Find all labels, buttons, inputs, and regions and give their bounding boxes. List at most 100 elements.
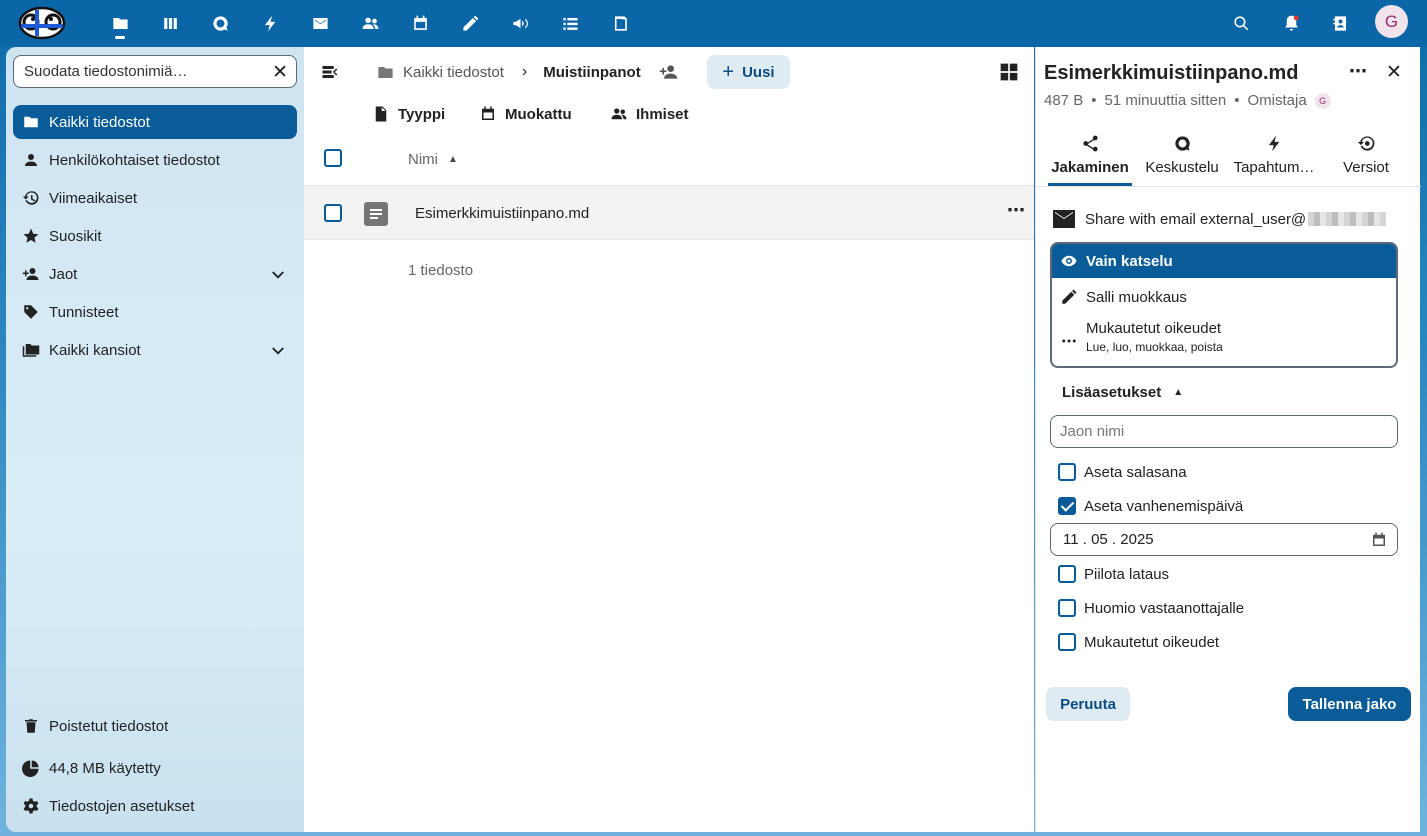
talk-icon [1174,136,1190,151]
option-label: Huomio vastaanottajalle [1084,599,1245,617]
share-icon [1082,135,1098,152]
filter-people-button[interactable]: Ihmiset [610,105,689,123]
permission-read-only[interactable]: Vain katselu [1052,244,1396,278]
chevron-up-icon: ▲ [1173,387,1184,398]
new-button-label: Uusi [742,63,775,81]
sidebar-item-favorites[interactable]: Suosikit [13,219,297,253]
permission-allow-edit[interactable]: Salli muokkaus [1052,280,1396,314]
checkbox[interactable] [1058,565,1076,583]
tab-activity[interactable]: Tapahtum… [1228,134,1320,186]
close-icon[interactable]: ✕ [1386,61,1402,84]
checkbox-checked[interactable] [1058,497,1076,515]
sidebar-item-personal[interactable]: Henkilökohtaiset tiedostot [13,143,297,177]
sidebar-item-all-folders[interactable]: Kaikki kansiot [13,333,297,367]
notes-icon[interactable] [457,10,483,36]
option-label: Aseta salasana [1084,463,1187,481]
save-share-button[interactable]: Tallenna jako [1288,687,1411,721]
redacted-email-domain [1308,212,1387,226]
dashboard-icon[interactable] [157,10,183,36]
option-note-to-recipient[interactable]: Huomio vastaanottajalle [1058,599,1244,617]
talk-icon[interactable] [207,10,233,36]
share-header: Share with email external_user@ [1050,207,1387,231]
tabs-divider [1036,186,1421,187]
filter-input[interactable]: Suodata tiedostonimiä… ✕ [13,55,297,88]
file-meta: 487 B • 51 minuuttia sitten • Omistaja G [1044,92,1331,109]
new-button[interactable]: + Uusi [707,55,790,89]
share-folder-icon[interactable] [659,62,679,82]
search-icon[interactable] [1228,10,1254,36]
cancel-button[interactable]: Peruuta [1046,687,1130,721]
owner-avatar[interactable]: G [1314,92,1331,109]
breadcrumb-current[interactable]: Muistiinpanot [543,64,641,81]
advanced-settings-label: Lisäasetukset [1062,384,1162,401]
expiry-date-value: 11 . 05 . 2025 [1063,531,1154,548]
tag-icon [24,305,38,319]
permission-label: Mukautetut oikeudet [1086,320,1222,337]
save-button-label: Tallenna jako [1302,695,1397,713]
chevron-down-icon[interactable] [269,266,287,284]
breadcrumb-root[interactable]: Kaikki tiedostot [403,64,504,81]
chevron-down-icon[interactable] [269,342,287,360]
name-column-header[interactable]: Nimi ▲ [408,151,458,168]
activity-icon[interactable] [257,10,283,36]
advanced-settings-toggle[interactable]: Lisäasetukset ▲ [1062,384,1183,401]
calendar-icon[interactable] [1370,531,1388,549]
tab-label: Tapahtum… [1233,159,1315,176]
option-set-password[interactable]: Aseta salasana [1058,463,1187,481]
permission-selector: Vain katselu Salli muokkaus Mukautetut o… [1050,242,1398,368]
markdown-file-icon [364,202,388,226]
tab-versions[interactable]: Versiot [1320,134,1412,186]
tab-label: Versiot [1343,159,1389,176]
option-label: Aseta vanhenemispäivä [1084,497,1244,515]
option-custom-permissions[interactable]: Mukautetut oikeudet [1058,633,1219,651]
clear-filter-icon[interactable]: ✕ [272,61,288,84]
share-title: Share with email external_user@ [1085,210,1307,228]
breadcrumb-separator-icon: › [521,63,528,80]
tab-sharing[interactable]: Jakaminen [1044,134,1136,186]
sidebar-item-label: Jaot [49,265,78,283]
row-checkbox[interactable] [324,204,342,226]
expiry-date-input[interactable]: 11 . 05 . 2025 [1050,523,1398,556]
table-row[interactable]: Esimerkkimuistiinpano.md ⋯ [304,185,1034,240]
mail-icon[interactable] [307,10,333,36]
filter-type-button[interactable]: Tyyppi [372,105,445,123]
more-actions-icon[interactable]: ⋯ [1349,61,1367,82]
app-logo-icon[interactable] [18,4,66,40]
star-icon [23,228,39,243]
sidebar-item-all-files[interactable]: Kaikki tiedostot [13,105,297,139]
select-all-checkbox[interactable] [324,149,342,171]
tasks-icon[interactable] [557,10,583,36]
files-icon[interactable] [107,10,133,36]
calendar-icon[interactable] [407,10,433,36]
notifications-icon[interactable] [1278,10,1304,36]
checkbox[interactable] [1058,599,1076,617]
filter-people-label: Ihmiset [636,105,689,123]
sidebar-item-label: Kaikki tiedostot [49,113,150,131]
share-name-input[interactable]: Jaon nimi [1050,415,1398,448]
file-actions-icon[interactable]: ⋯ [1007,200,1025,221]
sidebar-item-tags[interactable]: Tunnisteet [13,295,297,329]
contacts-icon[interactable] [357,10,383,36]
toggle-navigation-icon[interactable] [320,63,340,81]
checkbox[interactable] [1058,463,1076,481]
announcements-icon[interactable] [507,10,533,36]
user-avatar[interactable]: G [1375,5,1408,38]
sidebar-item-recent[interactable]: Viimeaikaiset [13,181,297,215]
sidebar-item-settings[interactable]: Tiedostojen asetukset [13,789,297,823]
tab-talk[interactable]: Keskustelu [1136,134,1228,186]
grid-view-icon[interactable] [999,62,1019,82]
deck-icon[interactable] [607,10,633,36]
file-count-summary: 1 tiedosto [408,262,474,279]
sidebar-item-shares[interactable]: Jaot [13,257,297,291]
sidebar-item-quota: 44,8 MB käytetty [13,751,297,785]
permission-custom[interactable]: Mukautetut oikeudet Lue, luo, muokkaa, p… [1052,320,1396,364]
sidebar: Suodata tiedostonimiä… ✕ Kaikki tiedosto… [6,47,304,832]
sidebar-item-trash[interactable]: Poistetut tiedostot [13,709,297,743]
filter-modified-button[interactable]: Muokattu [479,105,572,123]
checkbox[interactable] [1058,633,1076,651]
file-name[interactable]: Esimerkkimuistiinpano.md [415,205,589,222]
option-hide-download[interactable]: Piilota lataus [1058,565,1169,583]
option-set-expiration[interactable]: Aseta vanhenemispäivä [1058,497,1243,515]
breadcrumb: Kaikki tiedostot › Muistiinpanot [376,62,679,82]
contacts-menu-icon[interactable] [1327,10,1353,36]
